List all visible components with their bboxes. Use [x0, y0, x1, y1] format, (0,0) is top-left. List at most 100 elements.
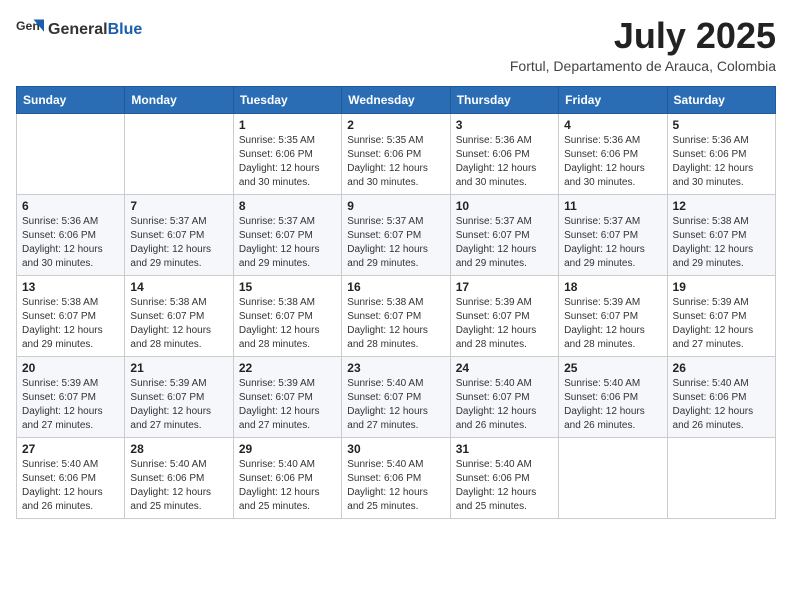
calendar-cell: 17Sunrise: 5:39 AMSunset: 6:07 PMDayligh…	[450, 275, 558, 356]
calendar-week-row: 13 Sunrise: 5:38 AMSunset: 6:07 PMDayligh…	[17, 275, 776, 356]
day-number: 9	[347, 199, 444, 213]
calendar-week-row: 6Sunrise: 5:36 AMSunset: 6:06 PMDaylight…	[17, 194, 776, 275]
day-info: Sunrise: 5:40 AMSunset: 6:06 PMDaylight:…	[564, 377, 661, 433]
calendar-cell: 27 Sunrise: 5:40 AMSunset: 6:06 PMDayligh…	[17, 437, 125, 518]
weekday-header-saturday: Saturday	[667, 86, 775, 113]
calendar-cell: 16Sunrise: 5:38 AMSunset: 6:07 PMDayligh…	[342, 275, 450, 356]
calendar-header-row: SundayMondayTuesdayWednesdayThursdayFrid…	[17, 86, 776, 113]
day-info: Sunrise: 5:36 AMSunset: 6:06 PMDaylight:…	[22, 215, 119, 271]
day-info: Sunrise: 5:39 AMSunset: 6:07 PMDaylight:…	[564, 296, 661, 352]
day-info: Sunrise: 5:40 AMSunset: 6:06 PMDaylight:…	[22, 458, 119, 514]
logo-general: General	[48, 21, 108, 38]
calendar-table: SundayMondayTuesdayWednesdayThursdayFrid…	[16, 86, 776, 519]
day-number: 11	[564, 199, 661, 213]
day-number: 23	[347, 361, 444, 375]
day-info: Sunrise: 5:39 AMSunset: 6:07 PMDaylight:…	[22, 377, 119, 433]
day-info: Sunrise: 5:37 AMSunset: 6:07 PMDaylight:…	[347, 215, 444, 271]
day-number: 10	[456, 199, 553, 213]
calendar-cell: 7 Sunrise: 5:37 AMSunset: 6:07 PMDaylight…	[125, 194, 233, 275]
day-number: 14	[130, 280, 227, 294]
calendar-cell: 5 Sunrise: 5:36 AMSunset: 6:06 PMDaylight…	[667, 113, 775, 194]
day-info: Sunrise: 5:38 AMSunset: 6:07 PMDaylight:…	[239, 296, 336, 352]
calendar-cell: 15 Sunrise: 5:38 AMSunset: 6:07 PMDayligh…	[233, 275, 341, 356]
day-info: Sunrise: 5:35 AMSunset: 6:06 PMDaylight:…	[239, 134, 336, 190]
calendar-cell: 20Sunrise: 5:39 AMSunset: 6:07 PMDayligh…	[17, 356, 125, 437]
day-info: Sunrise: 5:40 AMSunset: 6:07 PMDaylight:…	[456, 377, 553, 433]
calendar-cell: 30Sunrise: 5:40 AMSunset: 6:06 PMDayligh…	[342, 437, 450, 518]
calendar-cell: 6Sunrise: 5:36 AMSunset: 6:06 PMDaylight…	[17, 194, 125, 275]
day-number: 25	[564, 361, 661, 375]
day-info: Sunrise: 5:37 AMSunset: 6:07 PMDaylight:…	[456, 215, 553, 271]
title-area: July 2025 Fortul, Departamento de Arauca…	[510, 16, 776, 74]
calendar-cell: 22Sunrise: 5:39 AMSunset: 6:07 PMDayligh…	[233, 356, 341, 437]
day-number: 2	[347, 118, 444, 132]
day-info: Sunrise: 5:36 AMSunset: 6:06 PMDaylight:…	[564, 134, 661, 190]
calendar-cell: 2 Sunrise: 5:35 AMSunset: 6:06 PMDaylight…	[342, 113, 450, 194]
day-number: 30	[347, 442, 444, 456]
day-number: 12	[673, 199, 770, 213]
page-header: Gen GeneralBlue July 2025 Fortul, Depart…	[16, 16, 776, 74]
calendar-cell	[17, 113, 125, 194]
calendar-cell	[667, 437, 775, 518]
calendar-cell: 29 Sunrise: 5:40 AMSunset: 6:06 PMDayligh…	[233, 437, 341, 518]
day-info: Sunrise: 5:37 AMSunset: 6:07 PMDaylight:…	[130, 215, 227, 271]
calendar-cell: 23Sunrise: 5:40 AMSunset: 6:07 PMDayligh…	[342, 356, 450, 437]
day-info: Sunrise: 5:36 AMSunset: 6:06 PMDaylight:…	[673, 134, 770, 190]
day-number: 24	[456, 361, 553, 375]
calendar-cell: 14 Sunrise: 5:38 AMSunset: 6:07 PMDayligh…	[125, 275, 233, 356]
day-number: 18	[564, 280, 661, 294]
calendar-cell: 31 Sunrise: 5:40 AMSunset: 6:06 PMDayligh…	[450, 437, 558, 518]
day-info: Sunrise: 5:38 AMSunset: 6:07 PMDaylight:…	[347, 296, 444, 352]
location-subtitle: Fortul, Departamento de Arauca, Colombia	[510, 58, 776, 74]
day-number: 5	[673, 118, 770, 132]
calendar-cell: 21 Sunrise: 5:39 AMSunset: 6:07 PMDayligh…	[125, 356, 233, 437]
calendar-cell: 26 Sunrise: 5:40 AMSunset: 6:06 PMDayligh…	[667, 356, 775, 437]
calendar-week-row: 20Sunrise: 5:39 AMSunset: 6:07 PMDayligh…	[17, 356, 776, 437]
day-info: Sunrise: 5:40 AMSunset: 6:06 PMDaylight:…	[239, 458, 336, 514]
calendar-week-row: 1Sunrise: 5:35 AMSunset: 6:06 PMDaylight…	[17, 113, 776, 194]
day-number: 8	[239, 199, 336, 213]
day-number: 27	[22, 442, 119, 456]
day-number: 7	[130, 199, 227, 213]
day-info: Sunrise: 5:40 AMSunset: 6:06 PMDaylight:…	[673, 377, 770, 433]
calendar-cell: 3 Sunrise: 5:36 AMSunset: 6:06 PMDaylight…	[450, 113, 558, 194]
day-number: 21	[130, 361, 227, 375]
calendar-cell: 12 Sunrise: 5:38 AMSunset: 6:07 PMDayligh…	[667, 194, 775, 275]
day-info: Sunrise: 5:40 AMSunset: 6:06 PMDaylight:…	[456, 458, 553, 514]
day-info: Sunrise: 5:38 AMSunset: 6:07 PMDaylight:…	[130, 296, 227, 352]
day-info: Sunrise: 5:37 AMSunset: 6:07 PMDaylight:…	[239, 215, 336, 271]
day-info: Sunrise: 5:35 AMSunset: 6:06 PMDaylight:…	[347, 134, 444, 190]
day-number: 29	[239, 442, 336, 456]
calendar-cell: 18 Sunrise: 5:39 AMSunset: 6:07 PMDayligh…	[559, 275, 667, 356]
day-number: 31	[456, 442, 553, 456]
calendar-week-row: 27 Sunrise: 5:40 AMSunset: 6:06 PMDayligh…	[17, 437, 776, 518]
month-year-title: July 2025	[510, 16, 776, 56]
day-number: 22	[239, 361, 336, 375]
weekday-header-wednesday: Wednesday	[342, 86, 450, 113]
calendar-cell: 4Sunrise: 5:36 AMSunset: 6:06 PMDaylight…	[559, 113, 667, 194]
day-info: Sunrise: 5:37 AMSunset: 6:07 PMDaylight:…	[564, 215, 661, 271]
day-number: 15	[239, 280, 336, 294]
logo: Gen GeneralBlue	[16, 16, 142, 44]
calendar-cell: 1Sunrise: 5:35 AMSunset: 6:06 PMDaylight…	[233, 113, 341, 194]
calendar-cell: 10 Sunrise: 5:37 AMSunset: 6:07 PMDayligh…	[450, 194, 558, 275]
calendar-cell: 8 Sunrise: 5:37 AMSunset: 6:07 PMDaylight…	[233, 194, 341, 275]
calendar-cell	[559, 437, 667, 518]
day-number: 17	[456, 280, 553, 294]
day-info: Sunrise: 5:38 AMSunset: 6:07 PMDaylight:…	[673, 215, 770, 271]
calendar-cell	[125, 113, 233, 194]
calendar-cell: 28Sunrise: 5:40 AMSunset: 6:06 PMDayligh…	[125, 437, 233, 518]
day-info: Sunrise: 5:39 AMSunset: 6:07 PMDaylight:…	[130, 377, 227, 433]
day-info: Sunrise: 5:38 AMSunset: 6:07 PMDaylight:…	[22, 296, 119, 352]
day-number: 26	[673, 361, 770, 375]
day-number: 13	[22, 280, 119, 294]
day-number: 3	[456, 118, 553, 132]
calendar-cell: 19Sunrise: 5:39 AMSunset: 6:07 PMDayligh…	[667, 275, 775, 356]
calendar-cell: 13 Sunrise: 5:38 AMSunset: 6:07 PMDayligh…	[17, 275, 125, 356]
calendar-cell: 25 Sunrise: 5:40 AMSunset: 6:06 PMDayligh…	[559, 356, 667, 437]
day-info: Sunrise: 5:40 AMSunset: 6:06 PMDaylight:…	[130, 458, 227, 514]
calendar-cell: 11 Sunrise: 5:37 AMSunset: 6:07 PMDayligh…	[559, 194, 667, 275]
weekday-header-sunday: Sunday	[17, 86, 125, 113]
calendar-cell: 24 Sunrise: 5:40 AMSunset: 6:07 PMDayligh…	[450, 356, 558, 437]
day-info: Sunrise: 5:36 AMSunset: 6:06 PMDaylight:…	[456, 134, 553, 190]
